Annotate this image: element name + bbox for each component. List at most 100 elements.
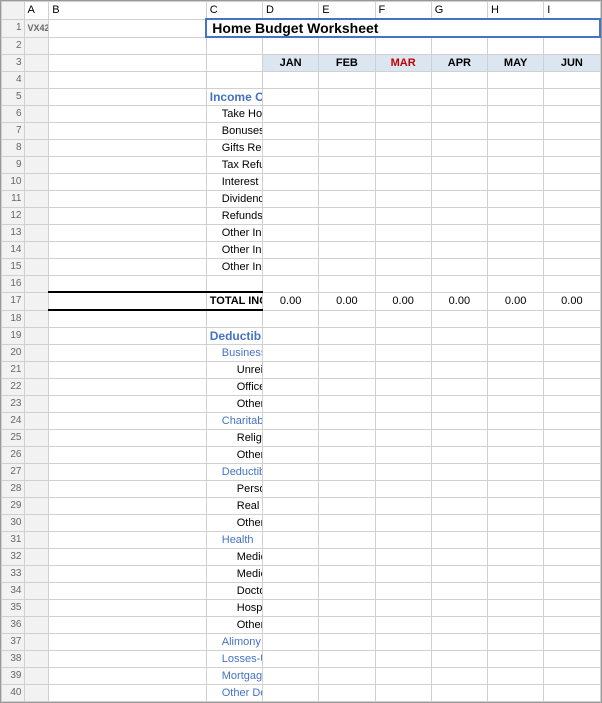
deductible-tax-label: Deductible Tax [206,463,262,480]
row-5-income: 5 Income Categories [2,88,601,105]
row-32: 32 Medical Insurance [2,548,601,565]
row-12: 12 Refunds/Reimbursements [2,207,601,224]
row-28: 28 Personal Propery Tax [2,480,601,497]
row-8: 8 Gifts Received [2,139,601,156]
row-24: 24 Charitable Contributions [2,412,601,429]
total-income-feb: 0.00 [319,292,375,310]
row-37: 37 Alimony [2,633,601,650]
row-20: 20 Business Expenses [2,344,601,361]
row-33: 33 Medicine/Drug [2,565,601,582]
income-categories-label: Income Categories [206,88,262,105]
charitable-label: Charitable Contributions [206,412,262,429]
row-35: 35 Hospital [2,599,601,616]
take-home-pay-jan[interactable] [263,105,319,122]
spreadsheet-title: Home Budget Worksheet [206,19,600,37]
column-headers: A B C D E F G H I [2,2,601,20]
total-income-mar: 0.00 [375,292,431,310]
rownum-1: 1 [2,19,25,37]
month-jan: JAN [263,54,319,71]
row-19-deductible: 19 Deductible Expenses [2,327,601,344]
active-cell-ref[interactable]: VX42 [24,19,49,37]
month-feb: FEB [319,54,375,71]
total-income-apr: 0.00 [431,292,487,310]
col-header-h: H [488,2,544,20]
row1-b [49,19,207,37]
row-27: 27 Deductible Tax [2,463,601,480]
col-header-rownum [2,2,25,20]
interest-income-label: Interest Income [206,173,262,190]
dividends-label: Dividends [206,190,262,207]
business-expenses-label: Business Expenses [206,344,262,361]
row-16: 16 [2,275,601,292]
deductible-expenses-label: Deductible Expenses [206,327,262,344]
row-4: 4 [2,71,601,88]
row-14: 14 Other Income #2 [2,241,601,258]
col-header-d: D [263,2,319,20]
other-deductible-label: Other Deductible [206,684,262,701]
office-at-home-label: Office At Home [206,378,262,395]
other-income-2-label: Other Income #2 [206,241,262,258]
other-health-label: Other Health [206,616,262,633]
col-header-a: A [24,2,49,20]
row-18: 18 [2,310,601,327]
col-header-g: G [431,2,487,20]
col-header-e: E [319,2,375,20]
row-9: 9 Tax Refunds [2,156,601,173]
row-38: 38 Losses-Unreimbursable [2,650,601,667]
tax-refunds-label: Tax Refunds [206,156,262,173]
row-34: 34 Doctor/Dentist/Optometrist [2,582,601,599]
month-apr: APR [431,54,487,71]
losses-label: Losses-Unreimbursable [206,650,262,667]
row-29: 29 Real Estate Tax [2,497,601,514]
take-home-pay-jun[interactable] [544,105,600,122]
row-15: 15 Other Income #3 [2,258,601,275]
total-income-label: TOTAL INCOME [206,292,262,310]
month-jun: JUN [544,54,600,71]
row-7: 7 Bonuses [2,122,601,139]
medicine-drug-label: Medicine/Drug [206,565,262,582]
row-30: 30 Other Deducible Tax [2,514,601,531]
spreadsheet: A B C D E F G H I 1 VX42 Home Budget Wor… [0,0,602,703]
other-income-3-label: Other Income #3 [206,258,262,275]
row-21: 21 Unreimbursed [2,361,601,378]
bonuses-label: Bonuses [206,122,262,139]
total-income-jan: 0.00 [263,292,319,310]
row-39: 39 Mortgage Interest [2,667,601,684]
mortgage-label: Mortgage Interest [206,667,262,684]
alimony-label: Alimony [206,633,262,650]
personal-property-tax-label: Personal Propery Tax [206,480,262,497]
other-business-label: Other Business Expenses [206,395,262,412]
rownum-3: 3 [2,54,25,71]
row-11: 11 Dividends [2,190,601,207]
row-3-months: 3 JAN FEB MAR APR MAY JUN [2,54,601,71]
take-home-pay-may[interactable] [488,105,544,122]
row-1: 1 VX42 Home Budget Worksheet [2,19,601,37]
row-26: 26 Other Non-Profit [2,446,601,463]
take-home-pay-label: Take Home Pay [206,105,262,122]
doctor-label: Doctor/Dentist/Optometrist [206,582,262,599]
unreimbursed-label: Unreimbursed [206,361,262,378]
take-home-pay-apr[interactable] [431,105,487,122]
medical-insurance-label: Medical Insurance [206,548,262,565]
row-6: 6 Take Home Pay [2,105,601,122]
col-header-c: C [206,2,262,20]
total-income-jun: 0.00 [544,292,600,310]
take-home-pay-feb[interactable] [319,105,375,122]
non-profit-label: Other Non-Profit [206,446,262,463]
religious-label: Religious [206,429,262,446]
rownum-2: 2 [2,37,25,54]
row-22: 22 Office At Home [2,378,601,395]
other-deducible-tax-label: Other Deducible Tax [206,514,262,531]
row-13: 13 Other Income #1 [2,224,601,241]
health-label: Health [206,531,262,548]
gifts-received-label: Gifts Received [206,139,262,156]
col-header-f: F [375,2,431,20]
col-header-i: I [544,2,600,20]
row-40: 40 Other Deductible [2,684,601,701]
other-income-1-label: Other Income #1 [206,224,262,241]
take-home-pay-mar[interactable] [375,105,431,122]
row-2: 2 [2,37,601,54]
refunds-label: Refunds/Reimbursements [206,207,262,224]
month-mar: MAR [375,54,431,71]
row-36: 36 Other Health [2,616,601,633]
